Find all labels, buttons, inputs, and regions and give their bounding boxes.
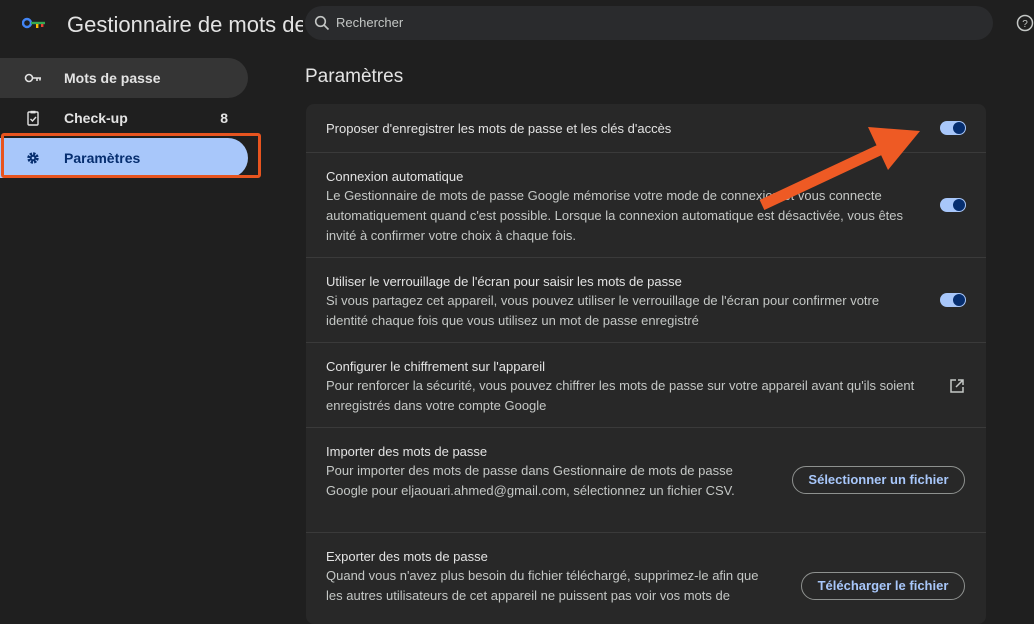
password-manager-logo [22, 17, 45, 29]
setting-title: Utiliser le verrouillage de l'écran pour… [326, 274, 682, 289]
setting-description: Pour importer des mots de passe dans Ges… [326, 463, 735, 498]
setting-description: Si vous partagez cet appareil, vous pouv… [326, 293, 880, 328]
setting-offer-save: Proposer d'enregistrer les mots de passe… [306, 104, 986, 152]
open-in-new-icon[interactable] [949, 378, 965, 394]
sidebar-item-label: Check-up [64, 110, 128, 126]
setting-auto-signin: Connexion automatique Le Gestionnaire de… [306, 152, 986, 257]
select-file-button[interactable]: Sélectionner un fichier [792, 466, 965, 494]
key-icon [24, 73, 41, 83]
screen-lock-toggle[interactable] [940, 293, 966, 307]
auto-signin-toggle[interactable] [940, 198, 966, 212]
setting-description: Pour renforcer la sécurité, vous pouvez … [326, 378, 915, 413]
offer-save-toggle[interactable] [940, 121, 966, 135]
setting-title: Proposer d'enregistrer les mots de passe… [326, 121, 672, 136]
search-icon [314, 15, 330, 31]
checkup-count-badge: 8 [220, 110, 228, 126]
sidebar-item-passwords[interactable]: Mots de passe [0, 58, 248, 98]
page-title: Paramètres [305, 66, 404, 87]
app-title: Gestionnaire de mots de passe [67, 12, 303, 37]
setting-encryption: Configurer le chiffrement sur l'appareil… [306, 342, 986, 427]
setting-title: Exporter des mots de passe [326, 549, 488, 564]
setting-title: Connexion automatique [326, 169, 464, 184]
setting-import: Importer des mots de passe Pour importer… [306, 427, 986, 532]
clipboard-check-icon [27, 110, 39, 126]
setting-export: Exporter des mots de passe Quand vous n'… [306, 532, 986, 624]
sidebar-item-label: Mots de passe [64, 70, 161, 86]
setting-screen-lock: Utiliser le verrouillage de l'écran pour… [306, 257, 986, 342]
sidebar-item-checkup[interactable]: Check-up 8 [0, 98, 248, 138]
setting-description: Le Gestionnaire de mots de passe Google … [326, 188, 904, 243]
setting-title: Importer des mots de passe [326, 444, 488, 459]
search-bar[interactable]: Rechercher [305, 6, 993, 40]
settings-card: Proposer d'enregistrer les mots de passe… [306, 104, 986, 624]
download-file-button[interactable]: Télécharger le fichier [801, 572, 965, 600]
search-input[interactable]: Rechercher [336, 6, 403, 40]
setting-title: Configurer le chiffrement sur l'appareil [326, 359, 546, 374]
annotation-highlight-box [1, 133, 261, 178]
help-icon[interactable]: ? [1016, 14, 1034, 32]
setting-description: Quand vous n'avez plus besoin du fichier… [326, 568, 759, 603]
svg-text:?: ? [1022, 19, 1028, 30]
